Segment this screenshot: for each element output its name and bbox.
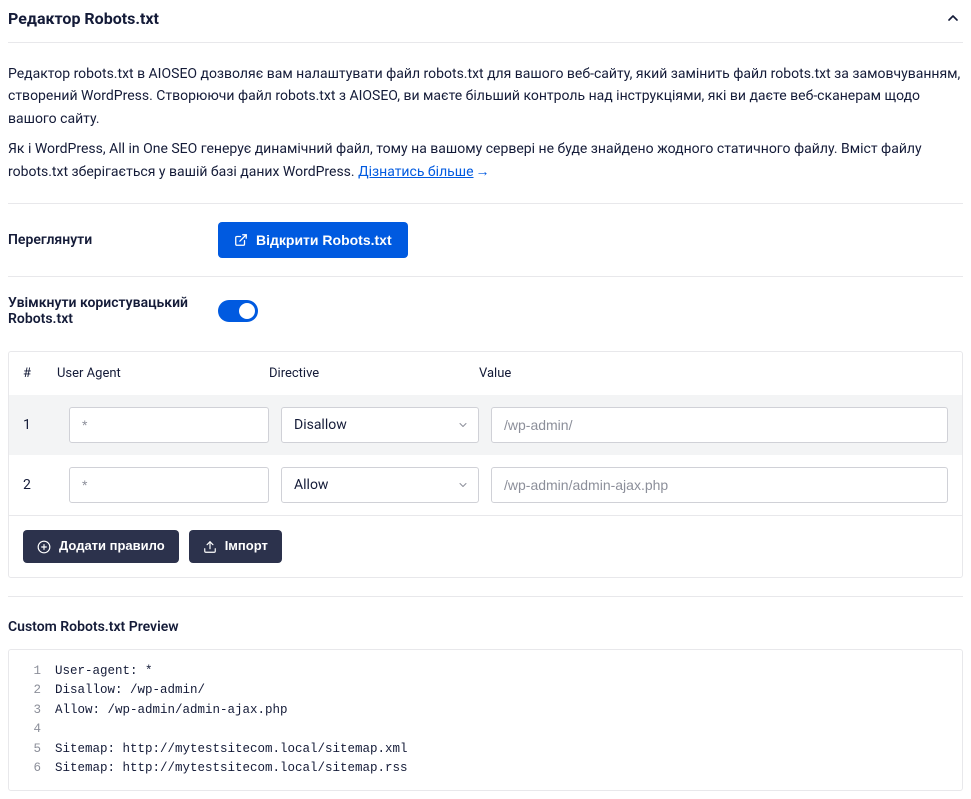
- line-number: 5: [21, 740, 41, 759]
- description-block: Редактор robots.txt в AIOSEO дозволяє ва…: [8, 43, 963, 203]
- line-number: 4: [21, 720, 41, 739]
- action-buttons: Додати правило Імпорт: [9, 515, 962, 577]
- preview-label: Переглянути: [8, 232, 218, 248]
- line-content: User-agent: *: [55, 662, 153, 681]
- line-content: Sitemap: http://mytestsitecom.local/site…: [55, 759, 408, 778]
- preview-title: Custom Robots.txt Preview: [8, 597, 963, 649]
- directive-select[interactable]: Allow: [281, 467, 479, 503]
- line-number: 2: [21, 681, 41, 700]
- line-number: 6: [21, 759, 41, 778]
- description-para1: Редактор robots.txt в AIOSEO дозволяє ва…: [8, 63, 963, 130]
- col-header-num: #: [23, 366, 57, 381]
- line-number: 3: [21, 701, 41, 720]
- learn-more-link[interactable]: Дізнатись більше →: [358, 164, 489, 180]
- value-input[interactable]: [491, 407, 948, 443]
- external-link-icon: [234, 233, 248, 247]
- description-para2: Як і WordPress, All in One SEO генерує д…: [8, 138, 963, 183]
- add-rule-button[interactable]: Додати правило: [23, 530, 179, 563]
- section-title: Редактор Robots.txt: [8, 9, 159, 28]
- col-header-user-agent: User Agent: [57, 366, 269, 381]
- line-content: Sitemap: http://mytestsitecom.local/site…: [55, 740, 408, 759]
- code-line: 6 Sitemap: http://mytestsitecom.local/sit…: [9, 759, 962, 778]
- user-agent-input[interactable]: [69, 467, 269, 503]
- table-row: 2 Allow: [9, 455, 962, 515]
- col-header-directive: Directive: [269, 366, 479, 381]
- directive-select[interactable]: Disallow: [281, 407, 479, 443]
- row-number: 1: [23, 417, 57, 433]
- upload-icon: [203, 540, 217, 554]
- table-row: 1 Disallow: [9, 395, 962, 455]
- rules-table-head: # User Agent Directive Value: [9, 352, 962, 395]
- enable-custom-toggle[interactable]: [218, 300, 258, 322]
- line-number: 1: [21, 662, 41, 681]
- chevron-up-icon: [945, 10, 961, 26]
- code-line: 4: [9, 720, 962, 739]
- line-content: Disallow: /wp-admin/: [55, 681, 205, 700]
- arrow-right-icon: →: [476, 161, 490, 183]
- code-line: 2 Disallow: /wp-admin/: [9, 681, 962, 700]
- line-content: Allow: /wp-admin/admin-ajax.php: [55, 701, 288, 720]
- user-agent-input[interactable]: [69, 407, 269, 443]
- open-robots-button[interactable]: Відкрити Robots.txt: [218, 222, 408, 258]
- code-line: 5 Sitemap: http://mytestsitecom.local/sit…: [9, 740, 962, 759]
- code-line: 3 Allow: /wp-admin/admin-ajax.php: [9, 701, 962, 720]
- enable-custom-label: Увімкнути користувацький Robots.txt: [8, 295, 218, 327]
- value-input[interactable]: [491, 467, 948, 503]
- preview-box: 1 User-agent: * 2 Disallow: /wp-admin/3 Allo…: [8, 649, 963, 791]
- learn-more-text: Дізнатись більше: [358, 164, 473, 180]
- row-number: 2: [23, 477, 57, 493]
- import-button[interactable]: Імпорт: [189, 530, 282, 563]
- open-robots-label: Відкрити Robots.txt: [256, 231, 392, 249]
- code-line: 1 User-agent: *: [9, 662, 962, 681]
- import-label: Імпорт: [225, 538, 268, 555]
- col-header-value: Value: [479, 366, 948, 381]
- plus-circle-icon: [37, 540, 51, 554]
- collapse-toggle[interactable]: [943, 8, 963, 28]
- rules-table: # User Agent Directive Value 1 Disallow …: [8, 351, 963, 578]
- add-rule-label: Додати правило: [59, 538, 165, 555]
